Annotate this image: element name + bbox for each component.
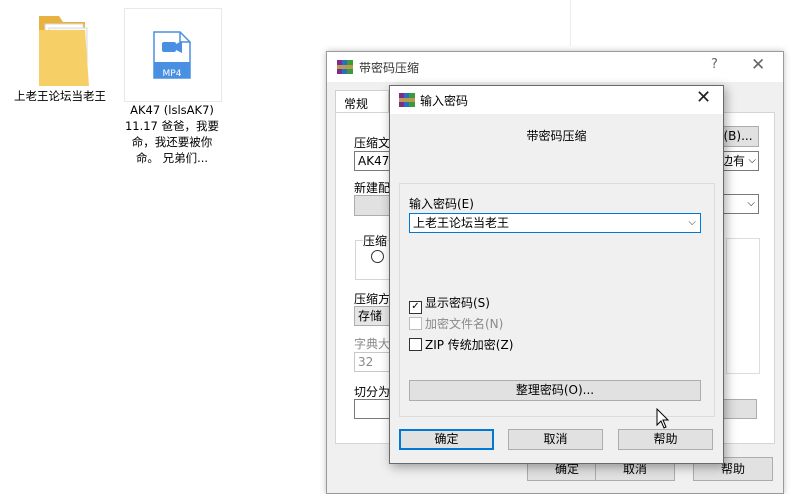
password-input[interactable]: 上老王论坛当老王 ⌵ [409, 213, 701, 233]
dialog-heading: 带密码压缩 [526, 129, 587, 143]
chevron-down-icon[interactable]: ⌵ [688, 214, 696, 232]
folder-icon [39, 16, 89, 86]
tab-general-label: 常规 [344, 97, 369, 111]
video-badge: MP4 [162, 69, 182, 79]
options-group [726, 238, 760, 374]
show-password-checkbox[interactable]: ✓ 显示密码(S) [409, 296, 490, 314]
split-label: 切分为 [354, 385, 391, 399]
dictionary-label: 字典大 [354, 337, 391, 351]
desktop-video-file[interactable]: MP4 AK47 (lslsAK7) 11.17 爸爸，我要命，我还要被你命。 … [124, 30, 220, 166]
update-mode-value: 边有 [721, 154, 746, 168]
desktop-folder[interactable]: 上老王论坛当老王 [14, 10, 106, 104]
archive-name-label: 压缩文 [354, 136, 391, 150]
compress-method-label: 压缩方 [354, 292, 391, 306]
encrypt-filenames-checkbox[interactable]: 加密文件名(N) [409, 317, 503, 333]
format-group-label: 压缩 [363, 232, 388, 249]
new-profile-label: 新建配 [354, 181, 391, 195]
check-icon: ✓ [409, 301, 422, 314]
mouse-cursor-icon [656, 408, 670, 429]
compress-window-title: 带密码压缩 [359, 61, 420, 75]
checkbox-box-disabled [409, 317, 422, 330]
password-dialog-title: 输入密码 [420, 94, 469, 108]
password-value: 上老王论坛当老王 [413, 216, 510, 230]
chevron-down-icon: ⌵ [748, 155, 756, 166]
archive-name-input[interactable]: AK47 ( [354, 151, 394, 171]
winrar-icon [399, 93, 415, 107]
compress-window-titlebar: 带密码压缩 ? ✕ [327, 52, 783, 82]
show-password-label: 显示密码(S) [425, 296, 490, 310]
checkbox-box [409, 338, 422, 351]
password-label: 输入密码(E) [409, 197, 474, 211]
compress-method-select[interactable]: 存储 [354, 306, 394, 326]
organize-passwords-button[interactable]: 整理密码(O)... [409, 380, 701, 401]
dictionary-select[interactable]: 32 [354, 352, 394, 372]
winrar-icon [337, 60, 353, 74]
tab-general[interactable]: 常规 [335, 90, 389, 113]
profiles-button[interactable] [354, 195, 394, 216]
chevron-down-icon: ⌵ [747, 198, 755, 209]
close-icon[interactable]: ✕ [751, 55, 765, 75]
help-icon[interactable]: ? [711, 57, 718, 72]
format-radio[interactable] [371, 250, 384, 263]
cancel-button[interactable]: 取消 [508, 429, 603, 450]
password-dialog-titlebar: 输入密码 ✕ [390, 86, 723, 114]
password-dialog: 输入密码 ✕ 带密码压缩 输入密码(E) 上老王论坛当老王 ⌵ ✓ 显示密码(S)… [389, 85, 724, 464]
set-password-button[interactable] [723, 399, 757, 419]
encrypt-filenames-label: 加密文件名(N) [425, 317, 504, 331]
split-input[interactable] [354, 399, 394, 419]
desktop-divider [570, 0, 571, 46]
video-label: AK47 (lslsAK7) 11.17 爸爸，我要命，我还要被你命。 兄弟们.… [124, 103, 220, 165]
zip-legacy-label: ZIP 传统加密(Z) [425, 338, 514, 352]
ok-button[interactable]: 确定 [399, 429, 494, 450]
folder-label: 上老王论坛当老王 [14, 89, 106, 103]
help-button[interactable]: 帮助 [618, 429, 713, 450]
close-icon[interactable]: ✕ [696, 87, 711, 108]
zip-legacy-checkbox[interactable]: ZIP 传统加密(Z) [409, 338, 513, 354]
